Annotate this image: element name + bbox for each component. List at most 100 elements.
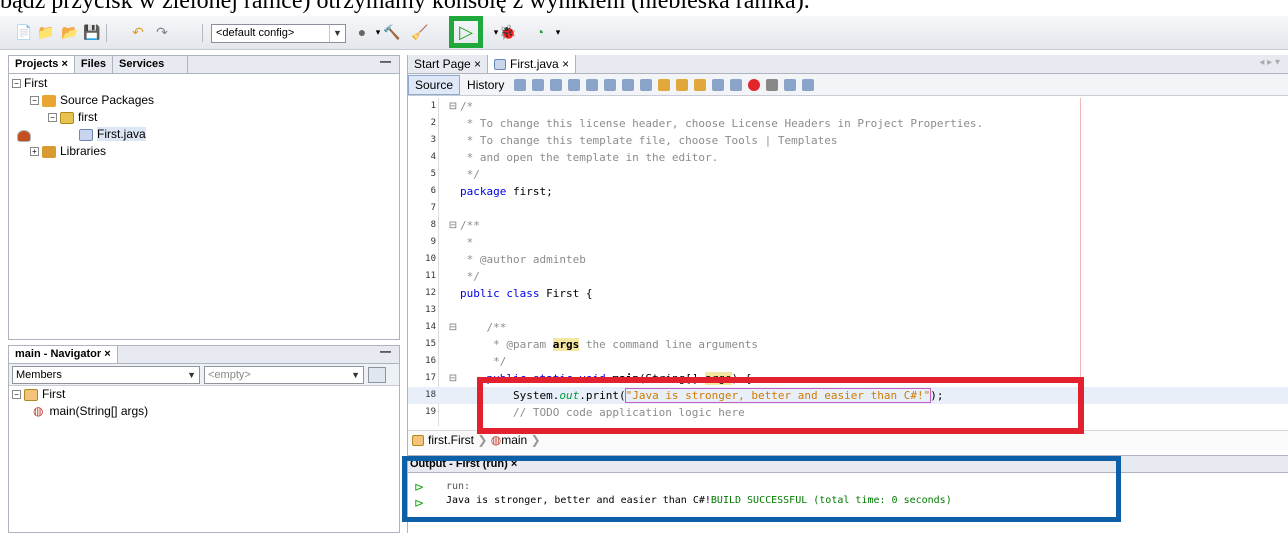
line-number: 12 — [425, 288, 436, 298]
tree-item-package[interactable]: − first — [9, 109, 399, 126]
chevron-right-icon: ❯ — [477, 433, 491, 447]
source-button[interactable]: Source — [408, 74, 461, 95]
save-all-icon[interactable]: 💾 — [82, 22, 102, 42]
toolbar-separator — [202, 24, 203, 42]
find-icon[interactable] — [568, 78, 581, 91]
new-file-icon[interactable]: 📄 — [14, 22, 34, 42]
line-number: 3 — [430, 135, 436, 145]
open-project-icon[interactable]: 📂 — [60, 22, 80, 42]
method-icon: ◍ — [490, 433, 502, 447]
chevron-down-icon[interactable]: ▾ — [548, 22, 568, 42]
code-line[interactable]: 7 — [408, 200, 1288, 217]
code-text: /** — [460, 219, 480, 232]
code-line[interactable]: 15 * @param args the command line argume… — [408, 336, 1288, 353]
filter-select[interactable]: <empty> ▼ — [204, 365, 364, 384]
redo-icon[interactable]: ↷ — [152, 22, 172, 42]
start-macro-icon[interactable] — [748, 78, 761, 91]
tab-services[interactable]: Services — [113, 56, 188, 73]
tab-navigator[interactable]: main - Navigator × — [9, 346, 118, 363]
code-line[interactable]: 6 package first; — [408, 183, 1288, 200]
chevron-down-icon[interactable]: ▼ — [329, 25, 345, 42]
collapse-icon[interactable]: − — [30, 96, 39, 106]
minimize-icon[interactable]: — — [372, 56, 399, 73]
comment-icon[interactable] — [784, 78, 797, 91]
class-icon — [24, 388, 38, 401]
document-caption: bądź przycisk w zielonej ramce) otrzymam… — [0, 0, 810, 14]
collapse-icon[interactable]: − — [12, 79, 21, 89]
next-bookmark-icon[interactable] — [676, 78, 689, 91]
find-next-icon[interactable] — [604, 78, 617, 91]
projects-tabs: Projects × Files Services — — [9, 56, 399, 74]
hammer-icon[interactable]: 🔨 — [382, 22, 402, 42]
filter-settings-icon[interactable] — [368, 366, 386, 383]
code-line[interactable]: 8 ⊟/** — [408, 217, 1288, 234]
code-line[interactable]: 16 */ — [408, 353, 1288, 370]
history-button[interactable]: History — [460, 75, 511, 95]
forward-icon[interactable] — [550, 78, 563, 91]
tab-start-page[interactable]: Start Page × — [408, 55, 489, 73]
stop-macro-icon[interactable] — [766, 78, 779, 91]
java-file-icon — [494, 59, 507, 71]
back-icon[interactable] — [532, 78, 545, 91]
code-line[interactable]: 3 * To change this template file, choose… — [408, 132, 1288, 149]
toggle-selection-icon[interactable] — [640, 78, 653, 91]
tab-scroll-arrows-icon[interactable]: ◂ ▸ ▾ — [1251, 55, 1288, 73]
navigator-panel: main - Navigator × — Members ▼ <empty> ▼ −… — [8, 345, 400, 533]
tree-item-java-file[interactable]: First.java — [9, 126, 399, 143]
members-select[interactable]: Members ▼ — [12, 365, 200, 384]
code-text: package first; — [460, 185, 553, 198]
new-project-icon[interactable]: 📁 — [36, 22, 56, 42]
method-icon: ◍ — [33, 404, 44, 418]
minimize-icon[interactable]: — — [372, 346, 399, 363]
line-number: 14 — [425, 322, 436, 332]
tree-item-source-packages[interactable]: − Source Packages — [9, 92, 399, 109]
last-edit-icon[interactable] — [514, 78, 527, 91]
expand-icon[interactable]: + — [30, 147, 39, 157]
java-file-icon — [79, 128, 93, 141]
members-bar: Members ▼ <empty> ▼ — [9, 364, 399, 386]
tab-first-java[interactable]: First.java × — [488, 55, 577, 73]
navigator-item-class[interactable]: − First — [9, 386, 399, 403]
source-packages-icon — [42, 94, 56, 107]
line-number: 7 — [430, 203, 436, 213]
tab-projects[interactable]: Projects × — [9, 56, 75, 73]
code-line[interactable]: 13 — [408, 302, 1288, 319]
collapse-icon[interactable]: − — [12, 390, 21, 400]
undo-icon[interactable]: ↶ — [128, 22, 148, 42]
code-line[interactable]: 12 public class First { — [408, 285, 1288, 302]
code-text: * To change this template file, choose T… — [460, 134, 838, 147]
code-line[interactable]: 4 * and open the template in the editor. — [408, 149, 1288, 166]
code-text: * and open the template in the editor. — [460, 151, 719, 164]
toggle-bookmark-icon[interactable] — [694, 78, 707, 91]
code-text: public class First { — [460, 287, 593, 300]
breadcrumb-method[interactable]: main — [501, 433, 527, 447]
collapse-icon[interactable]: − — [48, 113, 57, 123]
tab-files[interactable]: Files — [75, 56, 113, 73]
code-text: */ — [460, 270, 480, 283]
tree-item-libraries[interactable]: + Libraries — [9, 143, 399, 160]
find-previous-icon[interactable] — [586, 78, 599, 91]
code-line[interactable]: 1 ⊟/* — [408, 98, 1288, 115]
code-line[interactable]: 2 * To change this license header, choos… — [408, 115, 1288, 132]
code-line[interactable]: 14 ⊟ /** — [408, 319, 1288, 336]
tree-item-project[interactable]: − First — [9, 75, 399, 142]
toggle-highlight-icon[interactable] — [622, 78, 635, 91]
navigator-item-method[interactable]: ◍ main(String[] args) — [9, 403, 399, 420]
debug-icon[interactable]: 🐞 — [498, 22, 518, 42]
breadcrumb-class[interactable]: first.First — [428, 433, 474, 447]
code-line[interactable]: 11 */ — [408, 268, 1288, 285]
code-line[interactable]: 9 * — [408, 234, 1288, 251]
chevron-down-icon: ▼ — [351, 369, 360, 380]
chevron-down-icon: ▼ — [187, 369, 196, 380]
configuration-select[interactable]: <default config> ▼ — [211, 24, 346, 43]
previous-bookmark-icon[interactable] — [658, 78, 671, 91]
profile-icon[interactable]: ◔ — [530, 22, 550, 42]
line-number: 19 — [425, 407, 436, 417]
line-number: 5 — [430, 169, 436, 179]
code-line[interactable]: 10 * @author adminteb — [408, 251, 1288, 268]
code-line[interactable]: 5 */ — [408, 166, 1288, 183]
uncomment-icon[interactable] — [802, 78, 815, 91]
shift-right-icon[interactable] — [730, 78, 743, 91]
clean-build-icon[interactable]: 🧹 — [410, 22, 430, 42]
shift-left-icon[interactable] — [712, 78, 725, 91]
